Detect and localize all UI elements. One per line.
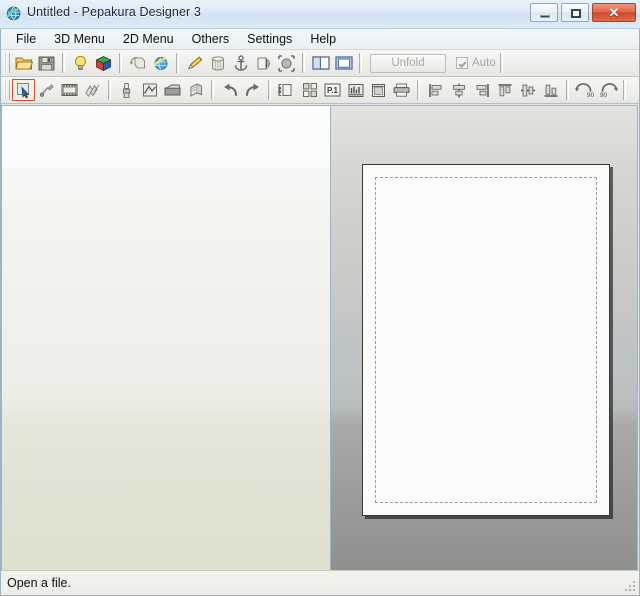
toolbar-separator [62,53,65,73]
resize-grip-icon[interactable] [623,579,637,593]
maximize-icon [571,9,581,18]
primary-toolbar: Unfold Auto [1,50,639,77]
secondary-toolbar: P.1 [1,77,639,104]
menu-settings[interactable]: Settings [238,30,301,49]
flaps-icon[interactable] [81,79,104,101]
unfold-button[interactable]: Unfold [370,54,446,73]
close-button[interactable]: ✕ [592,3,636,22]
join-disconnect-icon[interactable] [35,79,58,101]
align-top-icon[interactable] [493,79,516,101]
menu-2d[interactable]: 2D Menu [114,30,183,49]
toolbar-separator [623,80,626,100]
work-area [1,105,639,570]
line-tool-icon[interactable] [138,79,161,101]
svg-text:90: 90 [600,92,608,98]
rotate-left-90-icon[interactable]: 90 [573,79,596,101]
toolbar-separator [119,53,122,73]
align-bottom-icon[interactable] [539,79,562,101]
open-file-icon[interactable] [12,52,35,74]
select-solid-icon[interactable] [275,52,298,74]
paint-tool-icon[interactable] [115,79,138,101]
toolbar-separator [302,53,305,73]
menu-bar: File 3D Menu 2D Menu Others Settings Hel… [1,29,639,50]
window-controls: ✕ [530,3,636,22]
save-file-icon[interactable] [35,52,58,74]
align-right-icon[interactable] [470,79,493,101]
anchor-icon[interactable] [229,52,252,74]
menu-file[interactable]: File [7,30,45,49]
fit-page-icon[interactable] [275,79,298,101]
lightbulb-icon[interactable] [69,52,92,74]
film-strip-icon[interactable] [58,79,81,101]
page-number-icon[interactable]: P.1 [321,79,344,101]
eraser-icon[interactable] [161,79,184,101]
minimize-button[interactable] [530,3,558,22]
window-title: Untitled - Pepakura Designer 3 [27,5,201,19]
select-arrow-icon[interactable] [12,79,35,101]
svg-text:P.1: P.1 [327,86,339,95]
print-preview-icon[interactable] [367,79,390,101]
toolbar-separator [417,80,420,100]
toolbar-separator [211,80,214,100]
page-sheet[interactable] [362,164,610,516]
menu-3d[interactable]: 3D Menu [45,30,114,49]
toolbar-separator [359,53,362,73]
align-center-icon[interactable] [447,79,470,101]
cylinder-icon[interactable] [206,52,229,74]
pan-globe-icon[interactable] [149,52,172,74]
menu-others[interactable]: Others [183,30,239,49]
rotate-model-icon[interactable] [126,52,149,74]
undo-icon[interactable] [218,79,241,101]
auto-checkbox[interactable]: Auto [456,57,496,69]
measure-icon[interactable] [184,79,207,101]
toolbar-separator [176,53,179,73]
redo-icon[interactable] [241,79,264,101]
toolbar-separator [566,80,569,100]
pencil-edge-icon[interactable] [183,52,206,74]
application-window: Untitled - Pepakura Designer 3 ✕ File 3D… [0,0,640,596]
toolbar-separator [500,53,503,73]
pepakura-globe-icon [6,6,22,22]
flip-face-icon[interactable] [252,52,275,74]
title-bar: Untitled - Pepakura Designer 3 ✕ [0,0,640,29]
menu-help[interactable]: Help [301,30,345,49]
auto-checkbox-label: Auto [472,57,496,69]
toolbar-grip[interactable] [4,53,10,73]
minimize-icon [540,15,550,18]
page-setup-icon[interactable] [344,79,367,101]
print-icon[interactable] [390,79,413,101]
auto-checkbox-box [456,57,468,69]
page-margin-guide [375,177,597,503]
rotate-right-90-icon[interactable]: 90 [596,79,619,101]
3d-model-viewport[interactable] [1,105,331,570]
status-message: Open a file. [7,576,71,590]
2d-unfold-viewport[interactable] [331,105,638,570]
toolbar-separator [108,80,111,100]
svg-text:90: 90 [587,92,595,98]
align-middle-icon[interactable] [516,79,539,101]
show-2d-window-icon[interactable] [309,52,332,74]
layout-arrange-icon[interactable] [298,79,321,101]
viewport-band [331,106,637,162]
toolbar-grip[interactable] [4,80,10,100]
status-bar: Open a file. [1,570,639,595]
align-left-icon[interactable] [424,79,447,101]
toolbar-separator [268,80,271,100]
maximize-button[interactable] [561,3,589,22]
close-icon: ✕ [593,4,635,21]
show-3d-window-icon[interactable] [332,52,355,74]
color-cube-icon[interactable] [92,52,115,74]
